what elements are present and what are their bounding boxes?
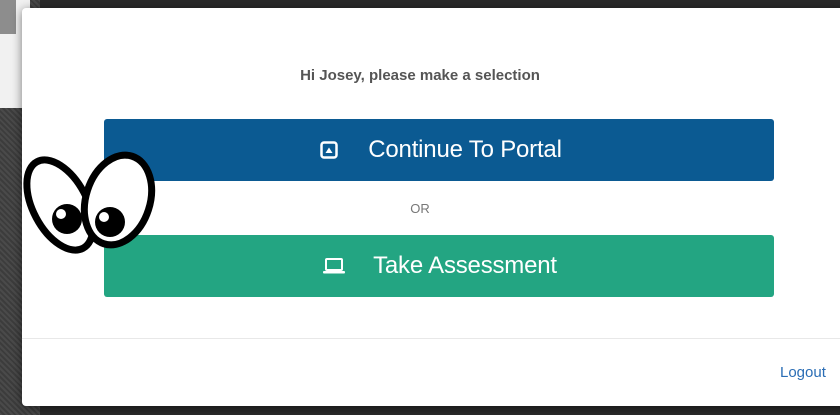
left-pupil-highlight xyxy=(56,209,66,219)
continue-to-portal-label: Continue To Portal xyxy=(368,136,562,163)
take-assessment-label: Take Assessment xyxy=(373,252,557,279)
greeting-text: Hi Josey, please make a selection xyxy=(300,67,540,84)
right-pupil xyxy=(95,207,125,237)
footer-divider xyxy=(22,338,840,339)
take-assessment-button[interactable]: Take Assessment xyxy=(104,235,774,297)
continue-to-portal-button[interactable]: Continue To Portal xyxy=(104,119,774,181)
left-pupil xyxy=(52,204,82,234)
logout-link[interactable]: Logout xyxy=(780,364,826,381)
background-tab xyxy=(0,0,16,34)
laptop-icon xyxy=(321,257,347,275)
googly-eyes-sticker xyxy=(23,151,156,254)
portal-icon xyxy=(316,141,342,159)
right-pupil-highlight xyxy=(99,212,109,222)
